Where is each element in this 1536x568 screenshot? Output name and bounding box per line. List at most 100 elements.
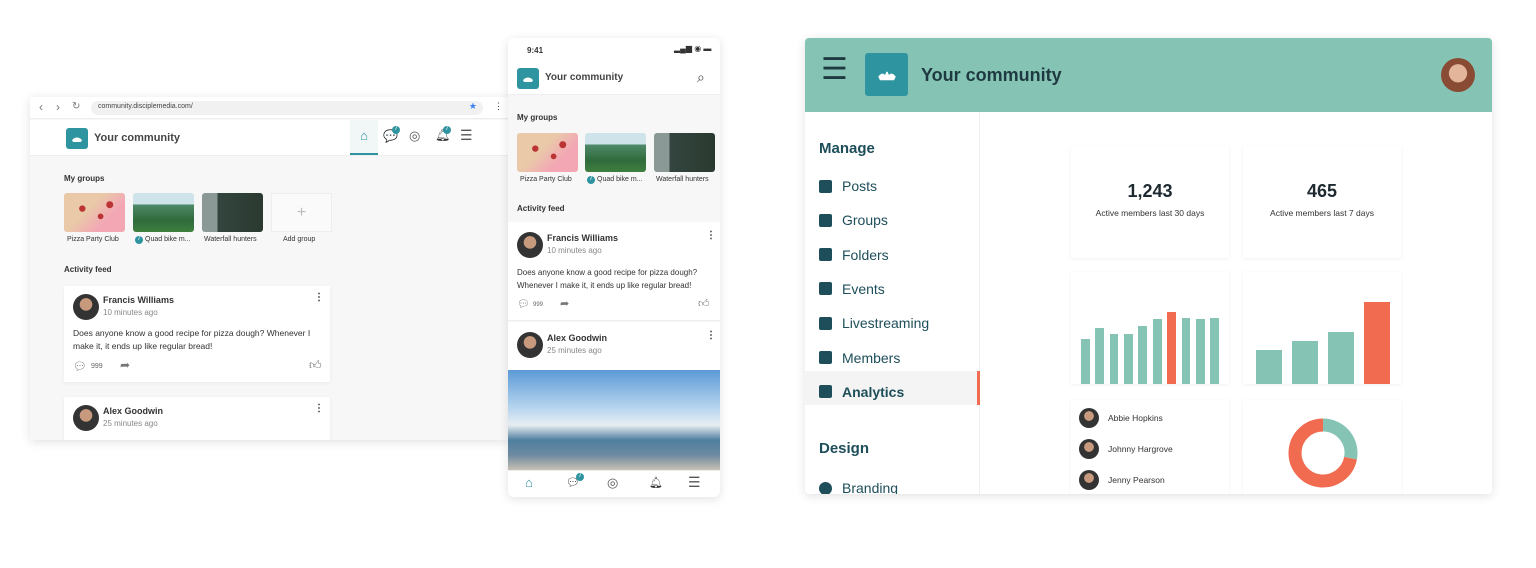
group-quad[interactable] (133, 193, 194, 232)
url-bar[interactable]: community.disciplemedia.com/ ★ (91, 101, 483, 115)
avatar (73, 294, 99, 320)
stat-value: 465 (1306, 181, 1338, 201)
comment-count: 999 (91, 363, 103, 370)
bar (1210, 317, 1220, 384)
more-icon[interactable]: ⋮ (314, 403, 324, 414)
back-icon[interactable]: ‹ (39, 100, 43, 114)
sidebar-item-branding[interactable]: Branding (819, 480, 898, 494)
sidebar-item-livestreaming[interactable]: Livestreaming (819, 315, 929, 331)
groups-icon (819, 213, 832, 227)
bar-chart-weekly (1243, 272, 1401, 384)
comment-icon[interactable]: 💬︎ (517, 299, 530, 310)
share-icon[interactable]: ➦ (560, 297, 569, 310)
post-card: Alex Goodwin 25 minutes ago ⋮ (64, 397, 330, 440)
notification-badge: 7 (443, 126, 451, 134)
star-icon[interactable]: ★ (469, 101, 477, 112)
sidebar-item-folders[interactable]: Folders (819, 247, 889, 263)
bar (1292, 340, 1318, 384)
browser-window: ‹ › ↻ community.disciplemedia.com/ ★ ⋮ Y… (30, 97, 508, 440)
group-pizza[interactable] (64, 193, 125, 232)
post-time: 25 minutes ago (547, 346, 602, 355)
comment-icon[interactable]: 💬︎ (73, 360, 87, 373)
group-label: Pizza Party Club (67, 236, 119, 243)
profile-icon[interactable]: ◎ (607, 475, 618, 491)
sidebar-item-label: Folders (842, 246, 889, 263)
bar (1167, 312, 1177, 384)
community-logo[interactable] (66, 128, 88, 149)
post-time: 10 minutes ago (103, 308, 158, 317)
hamburger-icon[interactable]: ☰ (821, 55, 848, 85)
post-card: Alex Goodwin 25 minutes ago ⋮ (508, 322, 720, 370)
bottom-nav: ⌂ 💬︎ 7 ◎ 🔔︎ ☰ (508, 470, 720, 497)
play-icon (819, 316, 832, 330)
nav-home[interactable]: ⌂ (350, 120, 378, 155)
sidebar-item-label: Analytics (842, 383, 905, 400)
sidebar-item-label: Posts (842, 178, 878, 194)
sidebar-item-analytics[interactable]: Analytics (819, 384, 904, 400)
hamburger-icon[interactable]: ☰ (460, 127, 473, 144)
calendar-icon (819, 282, 832, 296)
user-avatar[interactable] (1441, 58, 1475, 92)
bar (1256, 349, 1282, 384)
group-quad[interactable] (585, 133, 646, 172)
bar (1080, 339, 1090, 384)
like-icon[interactable]: 👍︎ (698, 297, 710, 310)
member-name: Johnny Hargrove (1108, 444, 1173, 454)
member-row[interactable]: Abbie Hopkins (1079, 408, 1163, 428)
search-icon[interactable]: ⌕ (697, 69, 705, 86)
share-icon[interactable]: ➦ (120, 358, 130, 372)
group-pizza[interactable] (517, 133, 578, 172)
group-waterfall[interactable] (654, 133, 715, 172)
app-header: Your community ⌂ 💬 7 ◎ 🔔︎ 7 ☰ (30, 120, 508, 156)
menu-dots-icon[interactable]: ⋮ (494, 101, 503, 112)
donut-slice (1322, 418, 1358, 460)
avatar (517, 232, 543, 258)
sidebar: Manage Posts Groups Folders Events Livestrea… (805, 112, 980, 494)
home-icon[interactable]: ⌂ (525, 475, 533, 490)
sidebar-item-members[interactable]: Members (819, 350, 900, 366)
comment-count: 999 (533, 302, 544, 308)
bar (1138, 326, 1148, 384)
activity-heading: Activity feed (64, 265, 112, 274)
signal-battery-icon: ▂▄▆ ◉ ▬ (674, 44, 712, 53)
like-icon[interactable]: 👍︎ (309, 358, 322, 373)
profile-icon[interactable]: ◎ (409, 128, 420, 144)
group-label: Waterfall hunters (656, 176, 709, 183)
donut-chart-card (1243, 400, 1401, 494)
add-group-button[interactable]: + (271, 193, 332, 232)
forward-icon[interactable]: › (56, 100, 60, 114)
bar (1123, 333, 1133, 384)
bell-icon[interactable]: 🔔︎ (649, 476, 663, 489)
post-card: Francis Williams 10 minutes ago ⋮ Does a… (508, 222, 720, 321)
member-row[interactable]: Johnny Hargrove (1079, 439, 1173, 459)
sidebar-item-label: Members (842, 349, 901, 366)
top-members-card: Abbie Hopkins Johnny Hargrove Jenny Pearso… (1071, 400, 1229, 494)
hamburger-icon[interactable]: ☰ (688, 474, 701, 491)
group-waterfall[interactable] (202, 193, 263, 232)
more-icon[interactable]: ⋮ (706, 230, 716, 241)
stat-value: 1,243 (1127, 181, 1173, 201)
bar (1152, 319, 1162, 384)
group-label: Quad bike m... (145, 236, 191, 243)
community-logo[interactable] (517, 68, 539, 89)
stat-card: 1,243 Active members last 30 days (1071, 146, 1229, 258)
more-icon[interactable]: ⋮ (706, 330, 716, 341)
sidebar-item-events[interactable]: Events (819, 281, 885, 297)
bar (1181, 317, 1191, 384)
member-row[interactable]: Jenny Pearson (1079, 470, 1165, 490)
more-icon[interactable]: ⋮ (314, 292, 324, 303)
sidebar-item-groups[interactable]: Groups (819, 212, 888, 228)
community-logo[interactable] (865, 53, 908, 96)
status-time: 9:41 (527, 46, 544, 55)
reload-icon[interactable]: ↻ (72, 101, 80, 112)
app-title: Your community (921, 65, 1062, 85)
post-author: Alex Goodwin (103, 406, 164, 416)
post-card: Francis Williams 10 minutes ago ⋮ Does a… (64, 286, 330, 382)
sidebar-item-posts[interactable]: Posts (819, 178, 877, 194)
post-image[interactable] (508, 370, 720, 470)
group-label: Waterfall hunters (204, 236, 257, 243)
group-badge: 7 (587, 176, 595, 184)
chat-badge: 7 (576, 473, 584, 481)
bar (1328, 331, 1354, 384)
post-time: 10 minutes ago (547, 246, 602, 255)
